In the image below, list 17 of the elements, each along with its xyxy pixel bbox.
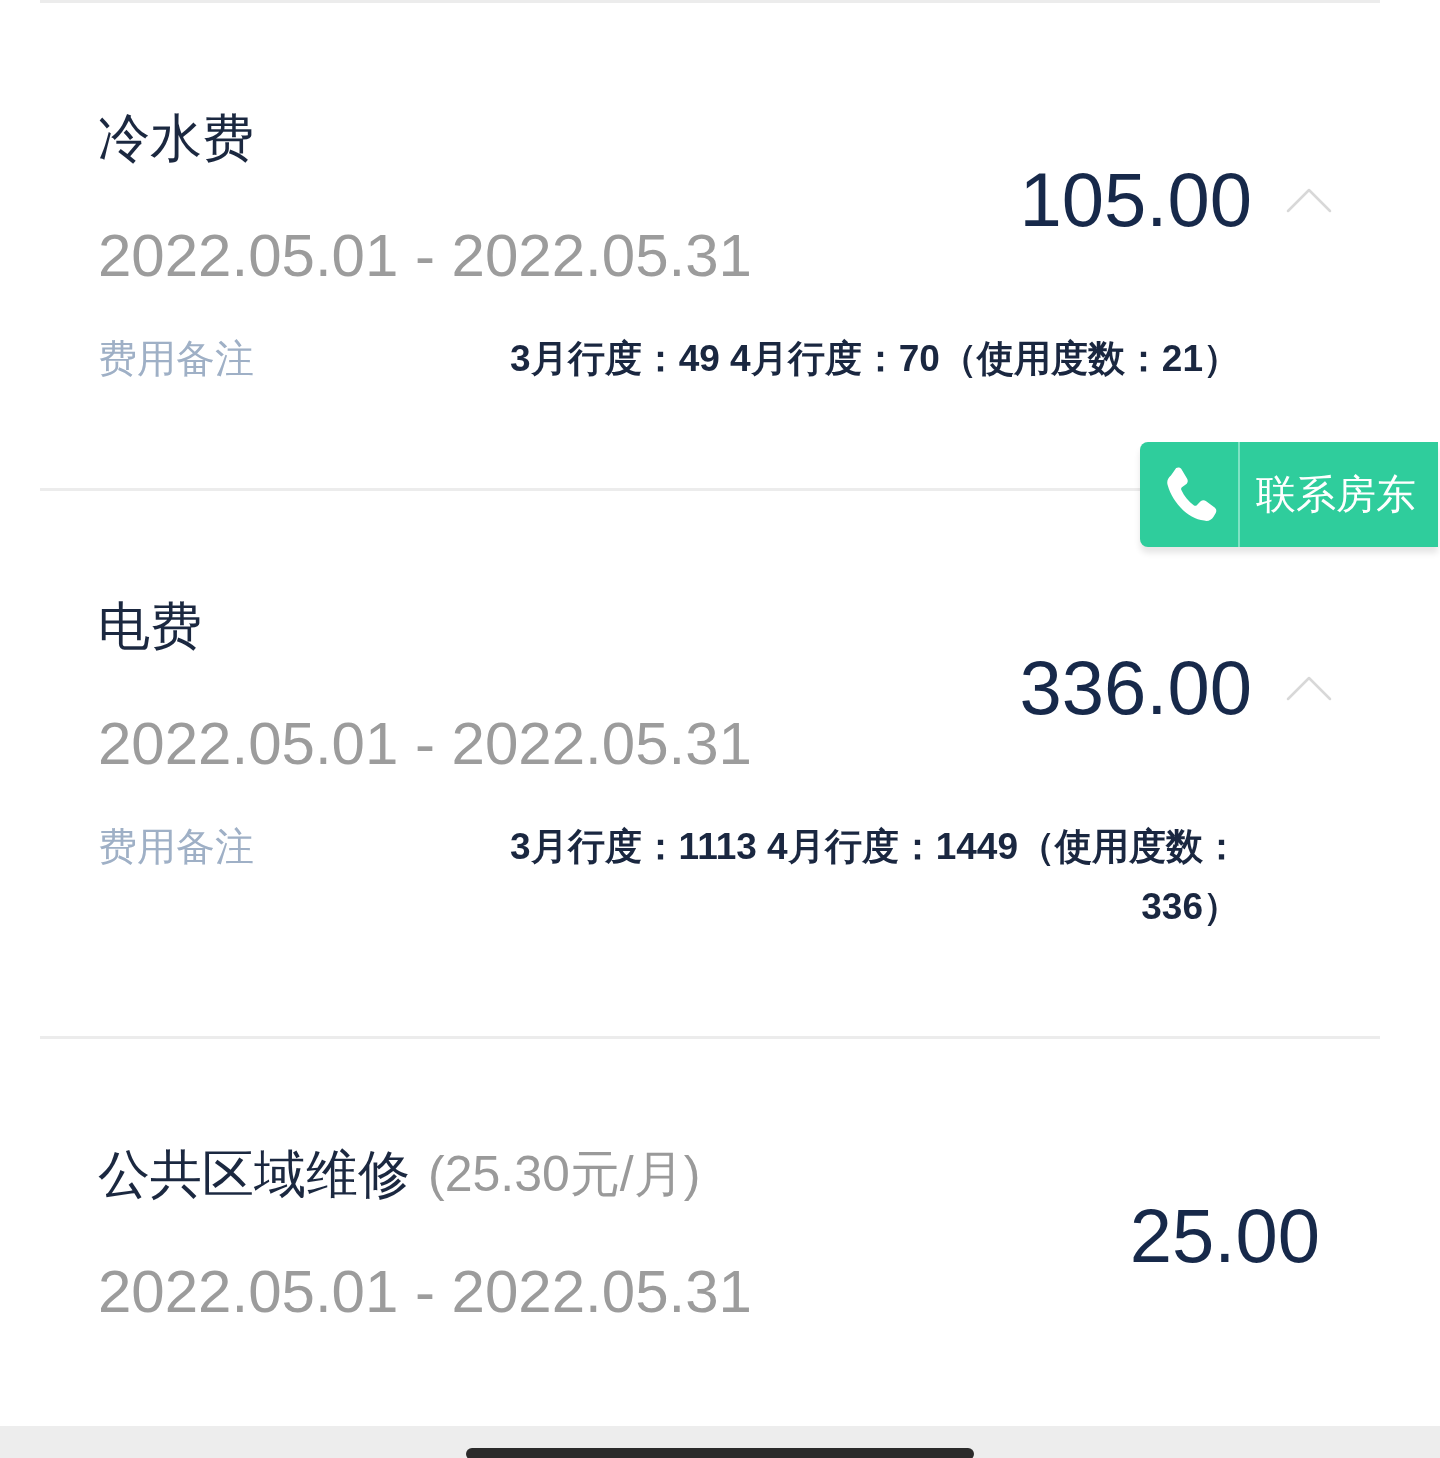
note-label: 费用备注 [98,336,255,382]
note-label: 费用备注 [98,824,255,870]
fee-title: 冷水费 [98,108,254,168]
fee-title: 公共区域维修 [98,1144,410,1204]
fee-amount: 336.00 [1019,643,1252,732]
billing-period: 2022.05.01 - 2022.05.31 [98,221,752,291]
chevron-up-icon[interactable] [1286,674,1332,701]
fee-title: 电费 [98,596,202,656]
billing-period: 2022.05.01 - 2022.05.31 [98,1257,752,1327]
note-text: 3月行度：1113 4月行度：1449（使用度数：336） [509,825,1240,929]
contact-landlord-button[interactable]: 联系房东 [1140,442,1438,547]
fee-rate: (25.30元/月) [428,1145,701,1204]
fee-amount: 25.00 [1129,1191,1320,1280]
note-text: 3月行度：49 4月行度：70（使用度数：21） [509,337,1240,381]
chevron-up-icon[interactable] [1286,186,1332,213]
billing-period: 2022.05.01 - 2022.05.31 [98,709,752,779]
fee-amount: 105.00 [1019,155,1252,244]
